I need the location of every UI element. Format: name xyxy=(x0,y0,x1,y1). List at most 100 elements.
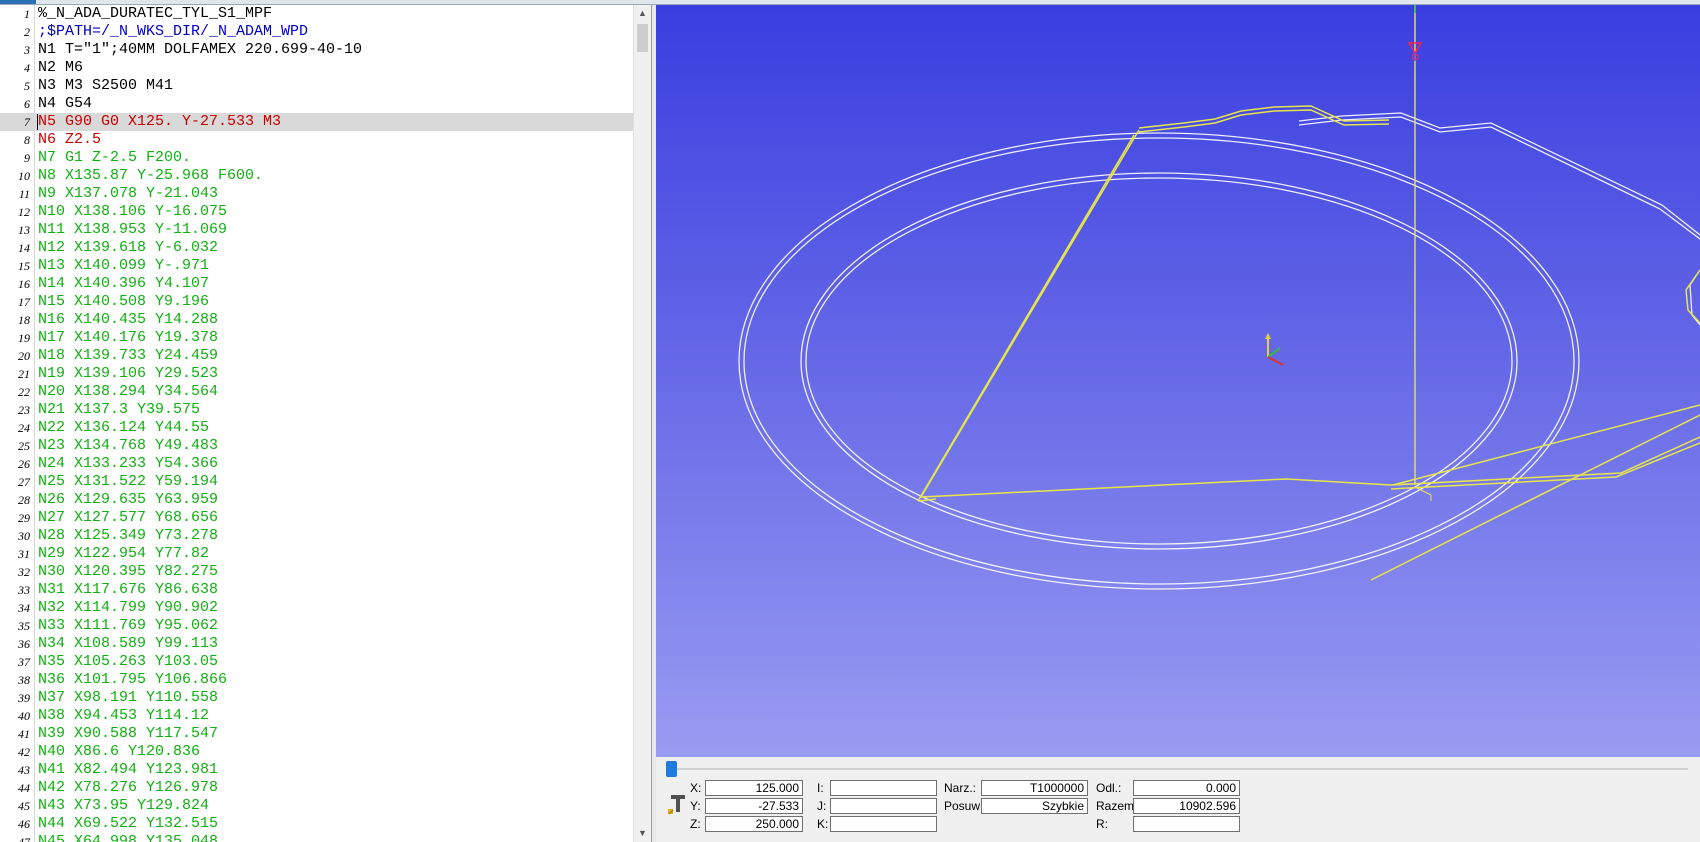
code-line[interactable]: 20 N18 X139.733 Y24.459 xyxy=(0,347,633,365)
code-text[interactable]: N36 X101.795 Y106.866 xyxy=(38,671,227,689)
code-text[interactable]: N37 X98.191 Y110.558 xyxy=(38,689,218,707)
code-line[interactable]: 32 N30 X120.395 Y82.275 xyxy=(0,563,633,581)
code-text[interactable]: N10 X138.106 Y-16.075 xyxy=(38,203,227,221)
code-text[interactable]: N11 X138.953 Y-11.069 xyxy=(38,221,227,239)
code-text[interactable]: N20 X138.294 Y34.564 xyxy=(38,383,218,401)
code-line[interactable]: 24 N22 X136.124 Y44.55 xyxy=(0,419,633,437)
code-text[interactable]: N43 X73.95 Y129.824 xyxy=(38,797,209,815)
code-text[interactable]: N39 X90.588 Y117.547 xyxy=(38,725,218,743)
code-line[interactable]: 47 N45 X64.998 Y135.048 xyxy=(0,833,633,842)
code-line[interactable]: 2 ;$PATH=/_N_WKS_DIR/_N_ADAM_WPD xyxy=(0,23,633,41)
tool-icon[interactable] xyxy=(667,794,691,818)
code-line[interactable]: 12 N10 X138.106 Y-16.075 xyxy=(0,203,633,221)
scroll-down-arrow-icon[interactable]: ▼ xyxy=(634,825,651,842)
code-line[interactable]: 22 N20 X138.294 Y34.564 xyxy=(0,383,633,401)
code-text[interactable]: N4 G54 xyxy=(38,95,92,113)
code-text[interactable]: N1 T="1";40MM DOLFAMEX 220.699-40-10 xyxy=(38,41,362,59)
i-value-field[interactable] xyxy=(830,780,937,796)
narz-value-field[interactable]: T1000000 xyxy=(981,780,1088,796)
code-line[interactable]: 27 N25 X131.522 Y59.194 xyxy=(0,473,633,491)
code-line[interactable]: 10 N8 X135.87 Y-25.968 F600. xyxy=(0,167,633,185)
code-line[interactable]: 3 N1 T="1";40MM DOLFAMEX 220.699-40-10 xyxy=(0,41,633,59)
code-text[interactable]: N8 X135.87 Y-25.968 F600. xyxy=(38,167,263,185)
scrollbar-thumb[interactable] xyxy=(637,24,648,52)
code-line[interactable]: 25 N23 X134.768 Y49.483 xyxy=(0,437,633,455)
code-text[interactable]: N2 M6 xyxy=(38,59,83,77)
code-line[interactable]: 40 N38 X94.453 Y114.12 xyxy=(0,707,633,725)
code-text[interactable]: ;$PATH=/_N_WKS_DIR/_N_ADAM_WPD xyxy=(38,23,308,41)
code-line[interactable]: 34 N32 X114.799 Y90.902 xyxy=(0,599,633,617)
code-text[interactable]: N3 M3 S2500 M41 xyxy=(38,77,173,95)
code-text[interactable]: N7 G1 Z-2.5 F200. xyxy=(38,149,191,167)
code-text[interactable]: N19 X139.106 Y29.523 xyxy=(38,365,218,383)
code-text[interactable]: N13 X140.099 Y-.971 xyxy=(38,257,209,275)
code-line[interactable]: 43 N41 X82.494 Y123.981 xyxy=(0,761,633,779)
code-text[interactable]: N17 X140.176 Y19.378 xyxy=(38,329,218,347)
code-area[interactable]: 1 %_N_ADA_DURATEC_TYL_S1_MPF 2 ;$PATH=/_N_W… xyxy=(0,5,633,842)
code-line[interactable]: 38 N36 X101.795 Y106.866 xyxy=(0,671,633,689)
code-text[interactable]: N23 X134.768 Y49.483 xyxy=(38,437,218,455)
code-line[interactable]: 31 N29 X122.954 Y77.82 xyxy=(0,545,633,563)
code-line[interactable]: 36 N34 X108.589 Y99.113 xyxy=(0,635,633,653)
active-tab-indicator[interactable] xyxy=(0,0,36,4)
code-line[interactable]: 9 N7 G1 Z-2.5 F200. xyxy=(0,149,633,167)
code-text[interactable]: N9 X137.078 Y-21.043 xyxy=(38,185,218,203)
code-line[interactable]: 42 N40 X86.6 Y120.836 xyxy=(0,743,633,761)
x-value-field[interactable]: 125.000 xyxy=(705,780,803,796)
y-value-field[interactable]: -27.533 xyxy=(705,798,803,814)
code-line[interactable]: 29 N27 X127.577 Y68.656 xyxy=(0,509,633,527)
code-line[interactable]: 26 N24 X133.233 Y54.366 xyxy=(0,455,633,473)
code-text[interactable]: N18 X139.733 Y24.459 xyxy=(38,347,218,365)
code-line[interactable]: 30 N28 X125.349 Y73.278 xyxy=(0,527,633,545)
code-text[interactable]: N24 X133.233 Y54.366 xyxy=(38,455,218,473)
code-text[interactable]: N6 Z2.5 xyxy=(38,131,101,149)
code-line[interactable]: 37 N35 X105.263 Y103.05 xyxy=(0,653,633,671)
code-line[interactable]: 1 %_N_ADA_DURATEC_TYL_S1_MPF xyxy=(0,5,633,23)
scroll-up-arrow-icon[interactable]: ▲ xyxy=(634,5,651,22)
code-line[interactable]: 45 N43 X73.95 Y129.824 xyxy=(0,797,633,815)
code-text[interactable]: N14 X140.396 Y4.107 xyxy=(38,275,209,293)
posuw-value-field[interactable]: Szybkie xyxy=(981,798,1088,814)
playback-slider-thumb[interactable] xyxy=(666,761,677,777)
code-text[interactable]: N42 X78.276 Y126.978 xyxy=(38,779,218,797)
code-text[interactable]: N26 X129.635 Y63.959 xyxy=(38,491,218,509)
code-text[interactable]: N27 X127.577 Y68.656 xyxy=(38,509,218,527)
code-line[interactable]: 14 N12 X139.618 Y-6.032 xyxy=(0,239,633,257)
code-text[interactable]: N21 X137.3 Y39.575 xyxy=(38,401,200,419)
editor-vertical-scrollbar[interactable]: ▲ ▼ xyxy=(633,5,651,842)
code-line[interactable]: 13 N11 X138.953 Y-11.069 xyxy=(0,221,633,239)
code-text[interactable]: N30 X120.395 Y82.275 xyxy=(38,563,218,581)
playback-slider-track[interactable] xyxy=(668,768,1688,770)
code-line[interactable]: 17 N15 X140.508 Y9.196 xyxy=(0,293,633,311)
k-value-field[interactable] xyxy=(830,816,937,832)
code-line[interactable]: 6 N4 G54 xyxy=(0,95,633,113)
code-line[interactable]: 4 N2 M6 xyxy=(0,59,633,77)
code-text[interactable]: N34 X108.589 Y99.113 xyxy=(38,635,218,653)
code-text[interactable]: N41 X82.494 Y123.981 xyxy=(38,761,218,779)
odl-value-field[interactable]: 0.000 xyxy=(1133,780,1240,796)
gcode-editor[interactable]: 1 %_N_ADA_DURATEC_TYL_S1_MPF 2 ;$PATH=/_N_W… xyxy=(0,5,652,842)
code-text[interactable]: N32 X114.799 Y90.902 xyxy=(38,599,218,617)
r-value-field[interactable] xyxy=(1133,816,1240,832)
code-text[interactable]: N16 X140.435 Y14.288 xyxy=(38,311,218,329)
j-value-field[interactable] xyxy=(830,798,937,814)
code-text[interactable]: N29 X122.954 Y77.82 xyxy=(38,545,209,563)
code-text[interactable]: N45 X64.998 Y135.048 xyxy=(38,833,218,842)
code-text[interactable]: N25 X131.522 Y59.194 xyxy=(38,473,218,491)
code-text[interactable]: N35 X105.263 Y103.05 xyxy=(38,653,218,671)
code-line[interactable]: 46 N44 X69.522 Y132.515 xyxy=(0,815,633,833)
code-line[interactable]: 41 N39 X90.588 Y117.547 xyxy=(0,725,633,743)
code-text[interactable]: N15 X140.508 Y9.196 xyxy=(38,293,209,311)
code-line[interactable]: 18 N16 X140.435 Y14.288 xyxy=(0,311,633,329)
code-text[interactable]: N12 X139.618 Y-6.032 xyxy=(38,239,218,257)
code-text[interactable]: %_N_ADA_DURATEC_TYL_S1_MPF xyxy=(38,5,272,23)
code-line[interactable]: 23 N21 X137.3 Y39.575 xyxy=(0,401,633,419)
code-text[interactable]: N40 X86.6 Y120.836 xyxy=(38,743,200,761)
z-value-field[interactable]: 250.000 xyxy=(705,816,803,832)
code-line[interactable]: 35 N33 X111.769 Y95.062 xyxy=(0,617,633,635)
code-line[interactable]: 16 N14 X140.396 Y4.107 xyxy=(0,275,633,293)
code-line[interactable]: 8 N6 Z2.5 xyxy=(0,131,633,149)
code-line[interactable]: 15 N13 X140.099 Y-.971 xyxy=(0,257,633,275)
code-text[interactable]: N38 X94.453 Y114.12 xyxy=(38,707,209,725)
code-line[interactable]: 39 N37 X98.191 Y110.558 xyxy=(0,689,633,707)
